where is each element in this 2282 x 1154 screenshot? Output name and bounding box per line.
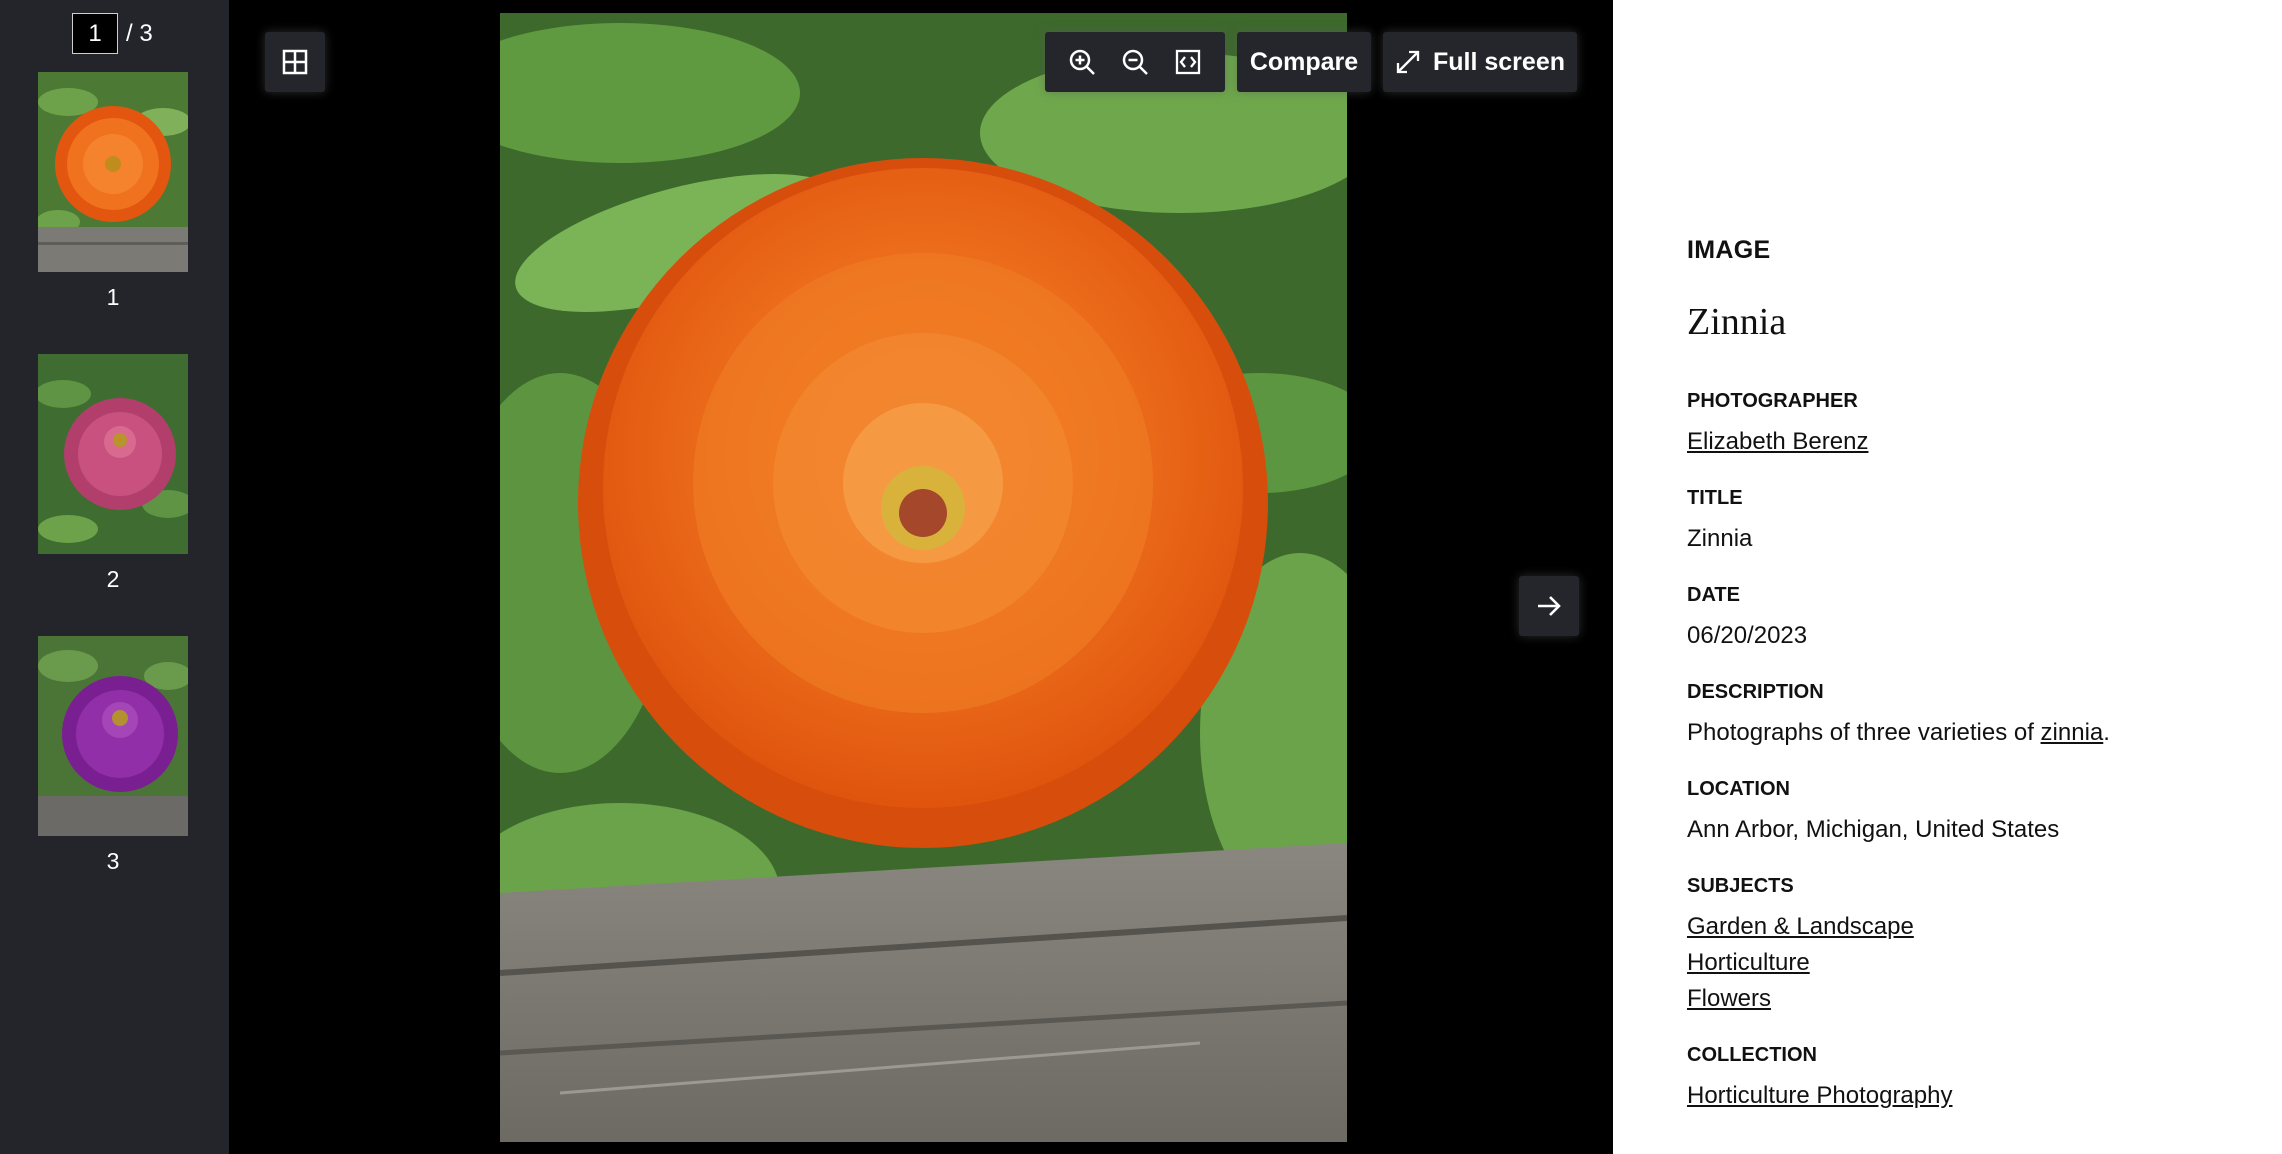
zoom-out-button[interactable] bbox=[1112, 39, 1158, 85]
collection-label: COLLECTION bbox=[1687, 1044, 1817, 1067]
date-label: DATE bbox=[1687, 584, 1740, 607]
expand-icon bbox=[1395, 49, 1421, 75]
next-image-button[interactable] bbox=[1519, 576, 1579, 636]
collection-link[interactable]: Horticulture Photography bbox=[1687, 1082, 1952, 1109]
fit-to-screen-icon bbox=[1175, 49, 1201, 75]
pager: / 3 bbox=[72, 13, 153, 54]
subjects-label: SUBJECTS bbox=[1687, 875, 1794, 898]
thumbnail-label-2: 2 bbox=[38, 566, 188, 593]
subject-link-garden-landscape[interactable]: Garden & Landscape bbox=[1687, 913, 1914, 940]
arrow-right-icon bbox=[1535, 592, 1563, 620]
zinnia-link[interactable]: zinnia bbox=[2041, 719, 2104, 746]
title-label: TITLE bbox=[1687, 487, 1743, 510]
zoom-out-icon bbox=[1121, 48, 1149, 76]
grid-icon bbox=[282, 49, 308, 75]
thumbnail-image-purple-zinnia bbox=[38, 636, 188, 836]
thumbnail-label-1: 1 bbox=[38, 284, 188, 311]
metadata-panel: IMAGE Zinnia PHOTOGRAPHER Elizabeth Bere… bbox=[1687, 0, 2267, 1154]
main-image-orange-zinnia[interactable] bbox=[500, 13, 1347, 1142]
location-label: LOCATION bbox=[1687, 778, 1790, 801]
fit-to-screen-button[interactable] bbox=[1165, 39, 1211, 85]
location-value: Ann Arbor, Michigan, United States bbox=[1687, 816, 2059, 844]
thumbnail-rail: / 3 1 2 bbox=[0, 0, 229, 1154]
page-total: / 3 bbox=[126, 20, 153, 48]
thumbnail-2[interactable] bbox=[38, 354, 188, 554]
image-viewer: Compare Full screen bbox=[229, 0, 1613, 1154]
description-suffix: . bbox=[2103, 719, 2110, 746]
description-value: Photographs of three varieties of zinnia… bbox=[1687, 719, 2110, 747]
page-number-input[interactable] bbox=[72, 13, 118, 54]
description-label: DESCRIPTION bbox=[1687, 681, 1824, 704]
zoom-in-icon bbox=[1068, 48, 1096, 76]
zoom-in-button[interactable] bbox=[1059, 39, 1105, 85]
page-title: Zinnia bbox=[1687, 300, 1786, 344]
thumbnail-3[interactable] bbox=[38, 636, 188, 836]
photographer-label: PHOTOGRAPHER bbox=[1687, 390, 1858, 413]
zoom-controls bbox=[1045, 32, 1225, 92]
date-value: 06/20/2023 bbox=[1687, 622, 1807, 650]
title-value: Zinnia bbox=[1687, 525, 1752, 553]
fullscreen-button[interactable]: Full screen bbox=[1383, 32, 1577, 92]
thumbnail-image-pink-zinnia bbox=[38, 354, 188, 554]
thumbnail-1[interactable] bbox=[38, 72, 188, 272]
photographer-link[interactable]: Elizabeth Berenz bbox=[1687, 428, 1868, 455]
zinnia-photo bbox=[500, 13, 1347, 1142]
description-text: Photographs of three varieties of bbox=[1687, 719, 2041, 746]
thumbnail-image-orange-zinnia bbox=[38, 72, 188, 272]
subject-link-flowers[interactable]: Flowers bbox=[1687, 985, 1771, 1012]
subject-link-horticulture[interactable]: Horticulture bbox=[1687, 949, 1810, 976]
compare-button[interactable]: Compare bbox=[1237, 32, 1371, 92]
grid-view-button[interactable] bbox=[265, 32, 325, 92]
fullscreen-label: Full screen bbox=[1433, 48, 1565, 77]
item-type: IMAGE bbox=[1687, 236, 1770, 265]
thumbnail-label-3: 3 bbox=[38, 848, 188, 875]
